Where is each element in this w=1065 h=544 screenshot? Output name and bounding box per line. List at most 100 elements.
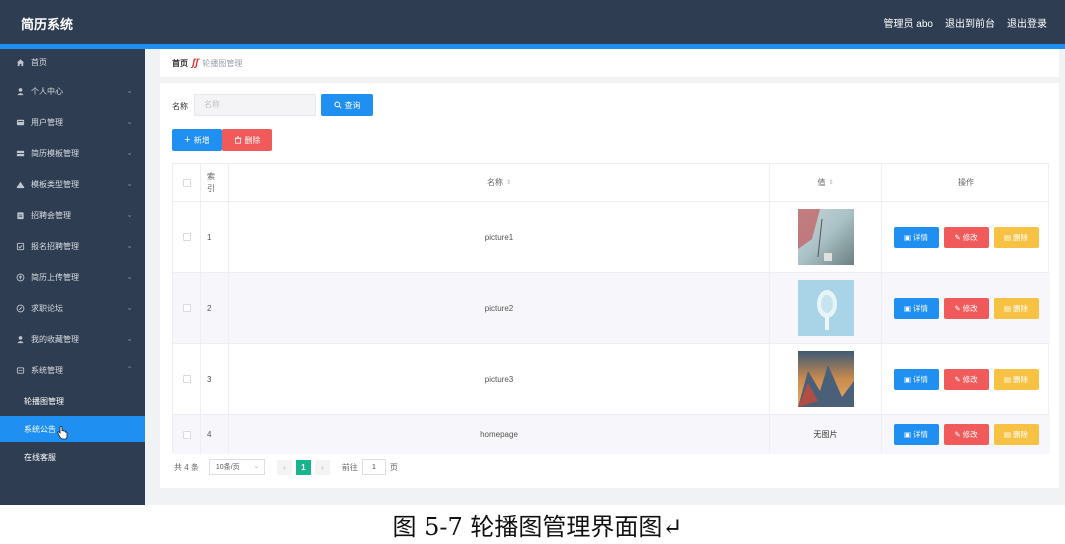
add-button-label: 新增 bbox=[193, 135, 210, 145]
edit-label: 修改 bbox=[962, 430, 978, 439]
edit-icon: ✎ bbox=[954, 374, 961, 384]
home-icon bbox=[16, 58, 25, 67]
header-ops: 操作 bbox=[882, 164, 1050, 201]
chevron-down-icon: ⌄ bbox=[126, 179, 133, 188]
sidebar-item-favorites[interactable]: 我的收藏管理 ⌄ bbox=[0, 326, 145, 352]
add-button[interactable]: + 新增 bbox=[172, 129, 222, 151]
row-actions: ▣ 详情 ✎ 修改 ▤ 删除 bbox=[882, 415, 1050, 454]
header-name[interactable]: 名称 ⇕ bbox=[229, 164, 770, 201]
detail-label: 详情 bbox=[913, 374, 929, 384]
logout-link[interactable]: 退出登录 bbox=[1007, 15, 1047, 30]
sidebar-item-job-fair[interactable]: 招聘会管理 ⌄ bbox=[0, 202, 145, 228]
app-title: 简历系统 bbox=[21, 17, 74, 32]
batch-delete-button[interactable]: 删除 bbox=[222, 129, 272, 151]
sidebar-item-system[interactable]: 系统管理 ⌃ bbox=[0, 357, 145, 383]
picture2-thumbnail[interactable] bbox=[797, 280, 854, 336]
sidebar-subitem-announcement[interactable]: 系统公告 bbox=[0, 416, 145, 442]
detail-button[interactable]: ▣ 详情 bbox=[893, 297, 939, 319]
page-size-value: 10条/页 bbox=[215, 464, 240, 471]
row-checkbox[interactable] bbox=[182, 304, 191, 312]
sort-icon[interactable]: ⇕ bbox=[506, 179, 511, 186]
delete-button[interactable]: ▤ 删除 bbox=[993, 424, 1039, 445]
delete-button[interactable]: ▤ 删除 bbox=[993, 226, 1039, 248]
row-name: picture1 bbox=[229, 202, 770, 272]
sidebar-item-resume-template[interactable]: 简历模板管理 ⌄ bbox=[0, 140, 145, 166]
prev-page-button[interactable]: ‹ bbox=[276, 459, 292, 475]
edit-label: 修改 bbox=[962, 303, 978, 313]
next-page-button[interactable]: › bbox=[314, 459, 330, 475]
picture3-thumbnail[interactable] bbox=[797, 351, 854, 407]
trash-icon bbox=[234, 136, 241, 144]
users-icon bbox=[16, 118, 25, 127]
row-checkbox[interactable] bbox=[182, 375, 191, 383]
picture1-thumbnail[interactable] bbox=[797, 209, 854, 265]
search-button[interactable]: 查询 bbox=[321, 94, 373, 116]
chevron-left-icon: ‹ bbox=[283, 462, 286, 472]
detail-label: 详情 bbox=[913, 430, 929, 439]
upload-icon bbox=[16, 273, 25, 282]
page-size-select[interactable]: 10条/页 ⌄ bbox=[208, 459, 265, 475]
sidebar-subitem-label: 系统公告 bbox=[24, 424, 56, 434]
user-icon bbox=[16, 87, 25, 96]
chevron-down-icon: ⌄ bbox=[126, 117, 133, 126]
row-checkbox[interactable] bbox=[182, 233, 191, 241]
select-all-checkbox[interactable] bbox=[182, 178, 191, 187]
page-number-button[interactable]: 1 bbox=[295, 459, 311, 475]
row-name: picture3 bbox=[229, 344, 770, 414]
search-icon bbox=[333, 101, 342, 109]
table-row: 4 homepage 无图片 ▣ 详情 ✎ 修改 ▤ 删除 bbox=[173, 415, 1050, 454]
sidebar-item-label: 求职论坛 bbox=[31, 303, 63, 313]
row-checkbox[interactable] bbox=[182, 430, 191, 439]
chevron-down-icon: ⌄ bbox=[253, 464, 259, 470]
breadcrumb-card: 首页 ʃʃ 轮播图管理 bbox=[160, 49, 1059, 77]
edit-button[interactable]: ✎ 修改 bbox=[943, 424, 989, 445]
detail-icon: ▣ bbox=[903, 374, 912, 384]
detail-button[interactable]: ▣ 详情 bbox=[893, 424, 939, 445]
exit-to-frontend-link[interactable]: 退出到前台 bbox=[945, 15, 995, 30]
detail-label: 详情 bbox=[913, 232, 929, 242]
row-actions: ▣ 详情 ✎ 修改 ▤ 删除 bbox=[882, 273, 1050, 343]
edit-button[interactable]: ✎ 修改 bbox=[943, 297, 989, 319]
header-index-label: 索引 bbox=[207, 171, 215, 193]
delete-button[interactable]: ▤ 删除 bbox=[993, 368, 1039, 390]
header-checkbox-cell bbox=[173, 164, 201, 201]
goto-page-input[interactable]: 1 bbox=[361, 459, 386, 475]
admin-label: 管理员 abo bbox=[883, 19, 933, 30]
main-panel: 名称 名称 查询 + 新增 删除 索引 名称 ⇕ 值 ⇕ 操作 1 pictur… bbox=[160, 83, 1059, 488]
name-search-input[interactable]: 名称 bbox=[194, 94, 316, 116]
system-icon bbox=[16, 366, 25, 375]
detail-button[interactable]: ▣ 详情 bbox=[893, 226, 939, 248]
chevron-down-icon: ⌄ bbox=[126, 210, 133, 219]
header-value[interactable]: 值 ⇕ bbox=[770, 164, 882, 201]
sidebar-item-registration[interactable]: 报名招聘管理 ⌄ bbox=[0, 233, 145, 259]
edit-button[interactable]: ✎ 修改 bbox=[943, 368, 989, 390]
sidebar-item-personal-center[interactable]: 个人中心 ⌄ bbox=[0, 78, 145, 104]
sidebar-item-label: 简历上传管理 bbox=[31, 272, 79, 282]
sidebar-item-forum[interactable]: 求职论坛 ⌄ bbox=[0, 295, 145, 321]
sidebar-item-label: 报名招聘管理 bbox=[31, 241, 79, 251]
sidebar-subitem-online-service[interactable]: 在线客服 bbox=[0, 444, 145, 470]
sidebar-subitem-carousel[interactable]: 轮播图管理 bbox=[0, 388, 145, 414]
delete-button[interactable]: ▤ 删除 bbox=[993, 297, 1039, 319]
figure-caption: 图 5-7 轮播图管理界面图↵ bbox=[392, 513, 683, 541]
sidebar-item-home[interactable]: 首页 bbox=[0, 49, 145, 75]
breadcrumb-home[interactable]: 首页 bbox=[172, 58, 188, 69]
sidebar-item-user-management[interactable]: 用户管理 ⌄ bbox=[0, 109, 145, 135]
table-row: 1 picture1 ▣ 详情 ✎ 修改 ▤ 删除 bbox=[173, 202, 1050, 273]
header-index: 索引 bbox=[201, 164, 229, 201]
chevron-down-icon: ⌄ bbox=[126, 334, 133, 343]
edit-icon: ✎ bbox=[954, 232, 961, 242]
edit-button[interactable]: ✎ 修改 bbox=[943, 226, 989, 248]
pagination-total: 共 4 条 bbox=[174, 462, 199, 472]
sort-icon[interactable]: ⇕ bbox=[828, 179, 833, 186]
sidebar-item-template-type[interactable]: 模板类型管理 ⌄ bbox=[0, 171, 145, 197]
trash-icon: ▤ bbox=[1003, 430, 1012, 439]
sidebar-item-resume-upload[interactable]: 简历上传管理 ⌄ bbox=[0, 264, 145, 290]
plus-icon: + bbox=[184, 134, 191, 146]
trash-icon: ▤ bbox=[1003, 303, 1012, 313]
edit-icon: ✎ bbox=[954, 430, 961, 439]
template-icon bbox=[16, 149, 25, 158]
edit-label: 修改 bbox=[962, 374, 978, 384]
detail-icon: ▣ bbox=[903, 430, 912, 439]
detail-button[interactable]: ▣ 详情 bbox=[893, 368, 939, 390]
